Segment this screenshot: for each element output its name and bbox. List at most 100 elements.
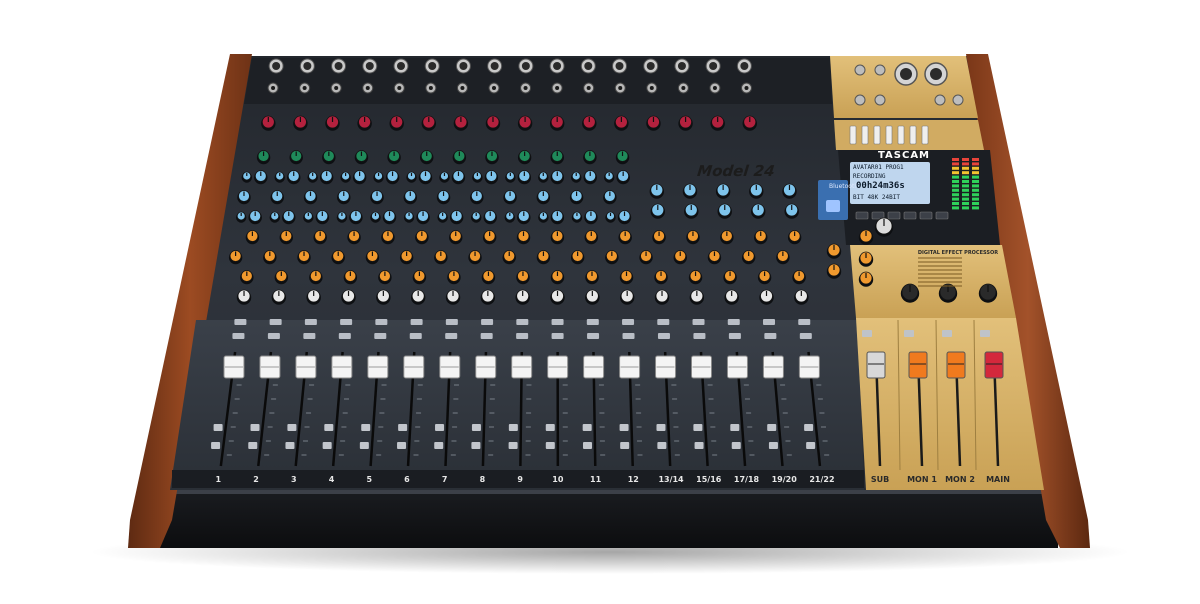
- transport-button[interactable]: [888, 212, 900, 219]
- aux-master-slider[interactable]: [886, 126, 892, 144]
- channel-button[interactable]: [587, 333, 599, 339]
- mute-button[interactable]: [287, 424, 296, 431]
- mute-button[interactable]: [767, 424, 776, 431]
- rear-jack[interactable]: [855, 95, 865, 105]
- channel-button[interactable]: [339, 333, 351, 339]
- mute-button[interactable]: [251, 424, 260, 431]
- mute-button[interactable]: [806, 442, 815, 449]
- mute-button[interactable]: [546, 424, 555, 431]
- channel-button[interactable]: [800, 333, 812, 339]
- mute-button[interactable]: [620, 442, 629, 449]
- channel-button[interactable]: [763, 319, 775, 325]
- mute-button[interactable]: [695, 442, 704, 449]
- channel-button[interactable]: [657, 319, 669, 325]
- bluetooth-pair-button[interactable]: [826, 200, 840, 212]
- master-button[interactable]: [942, 330, 952, 337]
- rear-jack[interactable]: [855, 65, 865, 75]
- aux-master-slider[interactable]: [850, 126, 856, 144]
- channel-button[interactable]: [729, 333, 741, 339]
- channel-button[interactable]: [375, 319, 387, 325]
- rear-jack[interactable]: [875, 95, 885, 105]
- mute-button[interactable]: [730, 424, 739, 431]
- master-button[interactable]: [980, 330, 990, 337]
- channel-button[interactable]: [268, 333, 280, 339]
- channel-button[interactable]: [303, 333, 315, 339]
- channel-button[interactable]: [374, 333, 386, 339]
- mute-button[interactable]: [323, 442, 332, 449]
- mute-button[interactable]: [471, 442, 480, 449]
- mute-button[interactable]: [509, 442, 518, 449]
- rear-jack[interactable]: [875, 65, 885, 75]
- mute-button[interactable]: [509, 424, 518, 431]
- channel-button[interactable]: [340, 319, 352, 325]
- aux-master-slider[interactable]: [874, 126, 880, 144]
- transport-button[interactable]: [920, 212, 932, 219]
- mute-button[interactable]: [248, 442, 257, 449]
- mute-button[interactable]: [732, 442, 741, 449]
- channel-button[interactable]: [552, 319, 564, 325]
- mute-button[interactable]: [804, 424, 813, 431]
- transport-button[interactable]: [904, 212, 916, 219]
- mute-button[interactable]: [435, 424, 444, 431]
- jack-hole: [366, 86, 370, 90]
- channel-button[interactable]: [481, 333, 493, 339]
- channel-button[interactable]: [445, 333, 457, 339]
- channel-button[interactable]: [481, 319, 493, 325]
- rear-jack[interactable]: [935, 95, 945, 105]
- mute-button[interactable]: [583, 442, 592, 449]
- jack-hole: [429, 86, 433, 90]
- xlr-socket: [272, 62, 280, 70]
- mute-button[interactable]: [656, 424, 665, 431]
- channel-button[interactable]: [693, 319, 705, 325]
- master-button[interactable]: [904, 330, 914, 337]
- channel-button[interactable]: [658, 333, 670, 339]
- mute-button[interactable]: [397, 442, 406, 449]
- channel-button[interactable]: [516, 319, 528, 325]
- mute-button[interactable]: [657, 442, 666, 449]
- aux-master-slider[interactable]: [910, 126, 916, 144]
- channel-button[interactable]: [410, 333, 422, 339]
- channel-button[interactable]: [728, 319, 740, 325]
- channel-button[interactable]: [798, 319, 810, 325]
- mute-button[interactable]: [360, 442, 369, 449]
- master-fader-cap[interactable]: [947, 352, 965, 378]
- rear-jack[interactable]: [953, 95, 963, 105]
- channel-button[interactable]: [516, 333, 528, 339]
- channel-button[interactable]: [411, 319, 423, 325]
- mute-button[interactable]: [211, 442, 220, 449]
- mute-button[interactable]: [434, 442, 443, 449]
- channel-button[interactable]: [234, 319, 246, 325]
- master-fader-cap[interactable]: [867, 352, 885, 378]
- aux-master-slider[interactable]: [922, 126, 928, 144]
- mute-button[interactable]: [361, 424, 370, 431]
- meter-segment: [952, 176, 959, 179]
- master-fader-cap[interactable]: [985, 352, 1003, 378]
- mute-button[interactable]: [214, 424, 223, 431]
- transport-button[interactable]: [936, 212, 948, 219]
- mute-button[interactable]: [398, 424, 407, 431]
- channel-button[interactable]: [623, 333, 635, 339]
- transport-button[interactable]: [856, 212, 868, 219]
- channel-button[interactable]: [446, 319, 458, 325]
- mute-button[interactable]: [693, 424, 702, 431]
- channel-button[interactable]: [764, 333, 776, 339]
- channel-button[interactable]: [305, 319, 317, 325]
- mixer-illustration: [0, 0, 1200, 600]
- channel-button[interactable]: [622, 319, 634, 325]
- mute-button[interactable]: [546, 442, 555, 449]
- channel-button[interactable]: [232, 333, 244, 339]
- mute-button[interactable]: [324, 424, 333, 431]
- channel-button[interactable]: [270, 319, 282, 325]
- master-button[interactable]: [862, 330, 872, 337]
- channel-button[interactable]: [693, 333, 705, 339]
- channel-button[interactable]: [552, 333, 564, 339]
- master-fader-cap[interactable]: [909, 352, 927, 378]
- mute-button[interactable]: [620, 424, 629, 431]
- mute-button[interactable]: [583, 424, 592, 431]
- channel-button[interactable]: [587, 319, 599, 325]
- mute-button[interactable]: [769, 442, 778, 449]
- aux-master-slider[interactable]: [862, 126, 868, 144]
- mute-button[interactable]: [285, 442, 294, 449]
- mute-button[interactable]: [472, 424, 481, 431]
- aux-master-slider[interactable]: [898, 126, 904, 144]
